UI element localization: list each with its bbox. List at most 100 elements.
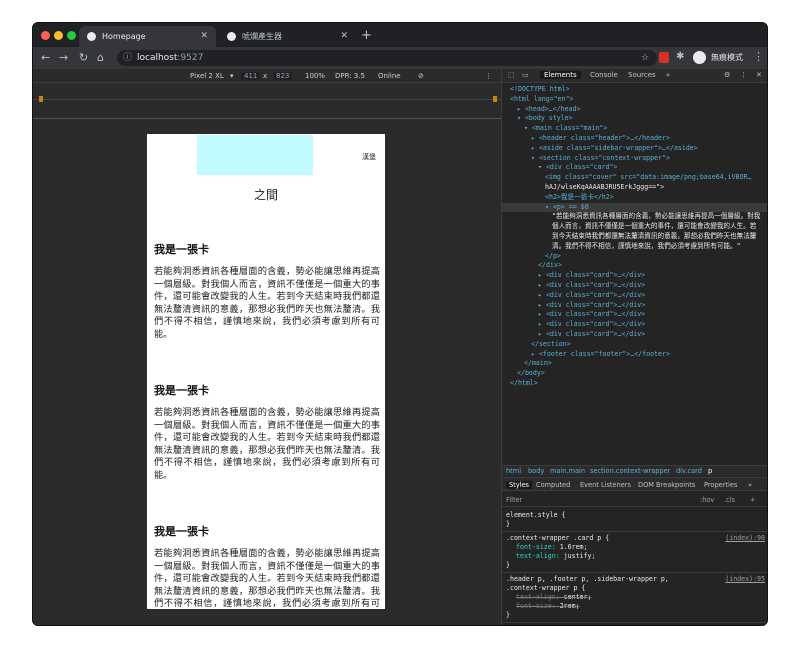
rule-source-link[interactable]: (index):90 [725,534,765,543]
dom-node-line[interactable]: ▸ <div class="card">…</div> [502,330,767,340]
ruler-left-handle[interactable] [39,96,43,102]
forward-icon[interactable]: → [59,51,68,64]
tab-console[interactable]: Console [590,71,618,79]
dom-node-line[interactable]: ▾ <div class="card"> [502,163,767,173]
dom-node-line[interactable]: ▸ <head>…</head> [502,105,767,115]
dom-node-line[interactable]: </div> [502,261,767,271]
add-rule-icon[interactable]: + [750,496,756,504]
dom-node-line[interactable]: </html> [502,379,767,389]
rotate-icon[interactable]: ⊘ [418,72,424,80]
back-icon[interactable]: ← [41,51,50,64]
css-property[interactable]: text-align: center; [506,593,765,602]
styles-filter-input[interactable]: Filter [506,496,522,504]
style-rule[interactable]: element.style {} [502,509,767,532]
subtab-dom-breakpoints[interactable]: DOM Breakpoints [638,481,695,489]
breadcrumb-item[interactable]: p [708,467,712,475]
dom-node-line[interactable]: <!DOCTYPE html> [502,85,767,95]
dom-node-line[interactable]: <img class="cover" src="data:image/png;b… [502,173,767,183]
dom-node-line[interactable]: ▸ <div class="card">…</div> [502,320,767,330]
rule-source-link[interactable]: (index):95 [725,575,765,584]
breadcrumb-item[interactable]: section.context-wrapper [590,467,670,475]
dom-node-line[interactable]: ▸ <div class="card">…</div> [502,301,767,311]
dom-node-line[interactable]: <h2>我是一張卡</h2> [502,193,767,203]
info-icon[interactable]: ⓘ [123,50,132,66]
subtab-styles[interactable]: Styles [506,481,532,489]
home-icon[interactable]: ⌂ [97,51,104,64]
dom-node-line[interactable]: </p> [502,252,767,262]
dom-node-line[interactable]: ▾ <section class="context-wrapper"> [502,154,767,164]
style-rule[interactable]: .header p, .footer p, .sidebar-wrapper p… [502,573,767,623]
width-input[interactable]: 411 [241,72,261,80]
breadcrumb-item[interactable]: body [528,467,544,475]
devtools-menu-icon[interactable]: ⋮ [740,71,747,79]
dom-node-line[interactable]: ▸ <div class="card">…</div> [502,291,767,301]
tab-elements[interactable]: Elements [540,71,581,79]
maximize-window-button[interactable] [67,31,76,40]
minimize-window-button[interactable] [54,31,63,40]
dpr-select[interactable]: DPR: 3.5 [335,72,365,80]
device-toggle-icon[interactable]: ▭ [522,71,529,79]
subtab-properties[interactable]: Properties [704,481,737,489]
tab-more[interactable]: » [666,71,670,79]
css-property[interactable]: font-size: 1.6rem; [506,543,765,552]
inspect-element-icon[interactable]: ⬚ [508,71,515,79]
browser-menu-icon[interactable]: ⋮ [753,50,764,63]
dom-node-line[interactable]: ▾ <p> == $0 [502,202,767,213]
subtab-computed[interactable]: Computed [536,481,570,489]
css-property[interactable]: text-align: justify; [506,552,765,561]
hover-state-toggle[interactable]: :hov [700,496,714,504]
class-toggle[interactable]: .cls [724,496,735,504]
style-rule[interactable]: .context-wrapper .card p {(index):90 font… [502,532,767,573]
card: 我是一張卡 若能夠洞悉資訊各種層面的含義，勢必能讓思維再提高一個層級。對我個人而… [154,382,380,483]
browser-window: Homepage ✕ 唬爛產生器 ✕ + ← → ↻ ⌂ ⓘ localhost… [32,22,768,626]
devtools-close-icon[interactable]: ✕ [756,71,762,79]
dom-node-line[interactable]: hAJ/wlseKqAAAABJRU5ErkJggg=="> [502,183,767,193]
subtab--[interactable]: » [748,481,752,489]
dom-node-line[interactable]: ▸ <header class="header">…</header> [502,134,767,144]
tab-close-icon[interactable]: ✕ [200,31,208,41]
zoom-select[interactable]: 100% [305,72,325,80]
address-bar[interactable]: ⓘ localhost:9527 ☆ [117,50,657,66]
close-window-button[interactable] [41,31,50,40]
breadcrumb-item[interactable]: main.main [550,467,585,475]
new-tab-icon[interactable]: + [361,28,372,43]
reload-icon[interactable]: ↻ [79,51,88,64]
incognito-label: 無痕模式 [711,53,743,62]
breadcrumb-item[interactable]: div.card [676,467,702,475]
incognito-avatar[interactable] [693,51,706,64]
breadcrumb-item[interactable]: html [506,467,521,475]
settings-gear-icon[interactable]: ⚙ [724,71,730,79]
dom-tree[interactable]: <!DOCTYPE html> <html lang="en"> ▸ <head>…… [502,85,767,441]
height-input[interactable]: 823 [273,72,293,80]
dom-node-line[interactable]: ▾ <body style> [502,114,767,124]
dom-node-line[interactable]: </section> [502,340,767,350]
dom-node-line[interactable]: "若能夠洞悉資訊各種層面的含義，勢必能讓思維再提高一個層級。對我 [502,212,767,222]
tab-homepage[interactable]: Homepage ✕ [79,26,216,47]
extension-icon[interactable] [659,52,669,63]
subtab-event-listeners[interactable]: Event Listeners [580,481,631,489]
device-menu-icon[interactable]: ⋮ [485,72,492,80]
dom-node-line[interactable]: 清。我們不得不相信，謹慎地來說，我們必須考慮到所有可能。" [502,242,767,252]
tab-close-icon[interactable]: ✕ [340,31,348,41]
device-select[interactable]: Pixel 2 XL [190,72,224,80]
bookmark-star-icon[interactable]: ☆ [641,50,649,66]
dom-node-line[interactable]: 個人而言，資訊不僅僅是一個重大的事件，還可能會改變我的人生。若 [502,222,767,232]
tab-generator[interactable]: 唬爛產生器 ✕ [219,26,356,47]
dom-node-line[interactable]: ▸ <footer class="footer">…</footer> [502,350,767,360]
rule-source-link[interactable]: (index):18 [725,625,765,626]
dom-node-line[interactable]: </main> [502,359,767,369]
style-rule[interactable]: * {(index):18box-sizing: border-box;} [502,623,767,626]
extensions-puzzle-icon[interactable]: ✱ [676,51,684,62]
dom-node-line[interactable]: ▸ <div class="card">…</div> [502,281,767,291]
tab-sources[interactable]: Sources [628,71,656,79]
network-select[interactable]: Online [378,72,401,80]
dom-node-line[interactable]: ▾ <main class="main"> [502,124,767,134]
dom-node-line[interactable]: ▸ <div class="card">…</div> [502,271,767,281]
dom-node-line[interactable]: </body> [502,369,767,379]
ruler-right-handle[interactable] [493,96,497,102]
dom-node-line[interactable]: ▸ <aside class="sidebar-wrapper">…</asid… [502,144,767,154]
dom-node-line[interactable]: 到今天結束時我們都還無法釐清資訊的意義，那想必我們昨天也無法釐 [502,232,767,242]
dom-node-line[interactable]: <html lang="en"> [502,95,767,105]
dom-node-line[interactable]: ▸ <div class="card">…</div> [502,310,767,320]
css-property[interactable]: font-size: 2rem; [506,602,765,611]
